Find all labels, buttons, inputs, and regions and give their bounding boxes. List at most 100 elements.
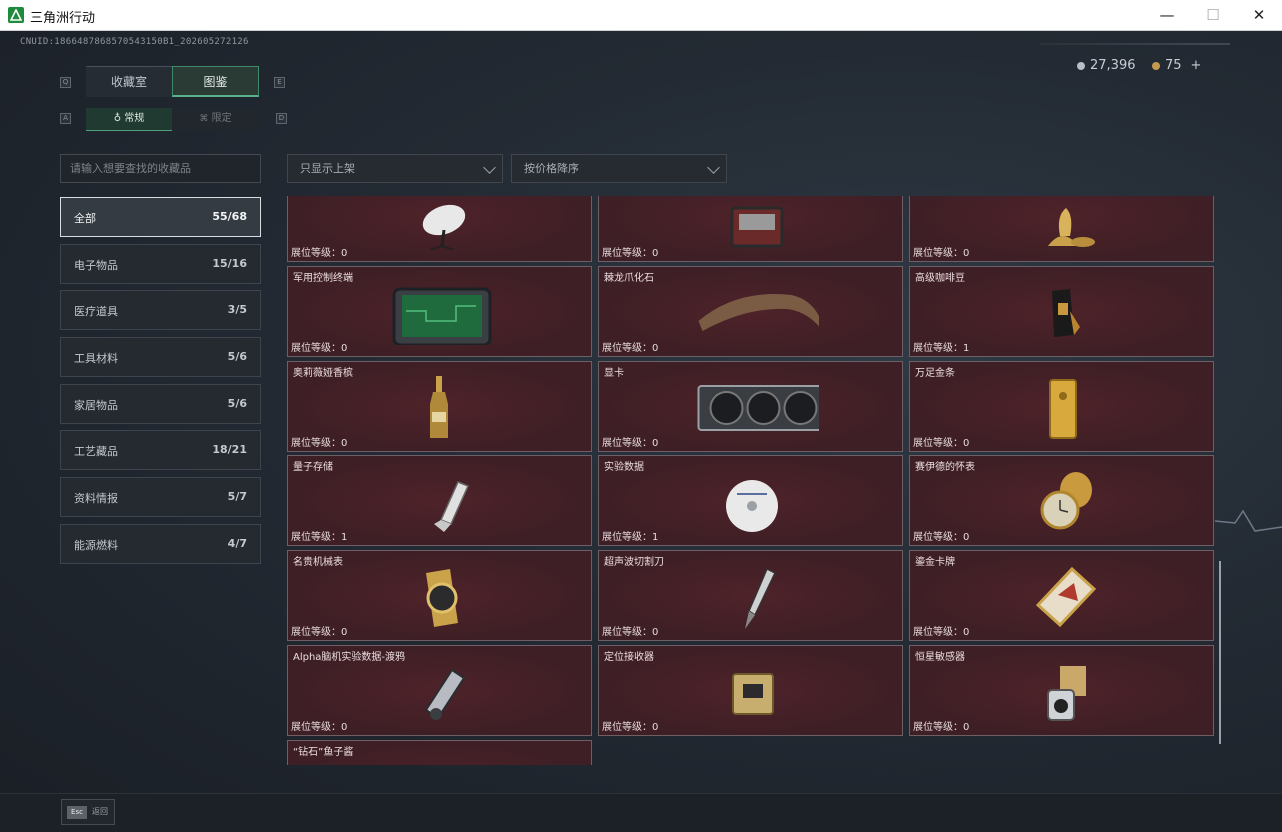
pocket-watch-icon xyxy=(1040,472,1092,530)
category-count: 55/68 xyxy=(212,210,247,223)
item-card[interactable]: 定位接收器 展位等级：0 xyxy=(598,645,903,736)
listed-filter-label: 只显示上架 xyxy=(300,162,355,175)
item-name: “钻石”鱼子酱 xyxy=(293,747,354,758)
chevron-down-icon xyxy=(707,161,720,174)
subtab-limited[interactable]: ⌘ 限定 xyxy=(172,108,259,131)
champagne-icon xyxy=(430,376,448,438)
item-name: 实验数据 xyxy=(604,462,644,473)
category-label: 医疗道具 xyxy=(74,305,118,318)
item-level: 展位等级：0 xyxy=(913,248,970,259)
header-divider xyxy=(1040,43,1230,45)
control-terminal-icon xyxy=(392,287,492,345)
item-name: 恒星敏感器 xyxy=(915,652,965,663)
item-name: 军用控制终端 xyxy=(293,273,353,284)
item-level: 展位等级：0 xyxy=(291,722,348,733)
key-hint-q: Q xyxy=(60,77,71,88)
item-card[interactable]: 展位等级：0 xyxy=(598,196,903,262)
lightning-decoration xyxy=(1215,509,1282,532)
sort-dropdown[interactable]: 按价格降序 xyxy=(511,154,727,183)
ultrasonic-cutter-icon xyxy=(745,567,776,629)
item-card[interactable]: 展位等级：0 xyxy=(909,196,1214,262)
disc-icon xyxy=(726,480,778,532)
item-grid: 展位等级：0 展位等级：0 展位等级：0 军用控制终端 展位等级：0 棘龙爪化石… xyxy=(287,196,1215,765)
item-level: 展位等级：0 xyxy=(913,532,970,543)
category-medical[interactable]: 医疗道具 3/5 xyxy=(60,290,261,330)
item-level: 展位等级：0 xyxy=(913,438,970,449)
item-level: 展位等级：0 xyxy=(602,438,659,449)
coffee-bag-icon xyxy=(1052,289,1080,337)
item-name: 赛伊德的怀表 xyxy=(915,462,975,473)
category-count: 18/21 xyxy=(212,443,247,456)
back-button[interactable]: Esc 返回 xyxy=(61,799,115,825)
item-name: 万足金条 xyxy=(915,368,955,379)
item-card[interactable]: 奥莉薇娅香槟 展位等级：0 xyxy=(287,361,592,452)
tab-catalog[interactable]: 图鉴 xyxy=(172,66,259,97)
item-card[interactable]: 赛伊德的怀表 展位等级：0 xyxy=(909,455,1214,546)
gold-coin-icon xyxy=(1152,61,1160,70)
item-card[interactable]: 棘龙爪化石 展位等级：0 xyxy=(598,266,903,357)
graphics-card-icon xyxy=(697,385,819,431)
category-crafts[interactable]: 工艺藏品 18/21 xyxy=(60,430,261,470)
item-name: 名贵机械表 xyxy=(293,557,343,568)
category-household[interactable]: 家居物品 5/6 xyxy=(60,384,261,424)
gold-bar-icon xyxy=(1049,379,1077,439)
item-level: 展位等级：1 xyxy=(602,532,659,543)
gold-currency[interactable]: 75 + xyxy=(1152,58,1201,73)
item-card[interactable]: Alpha脑机实验数据-渡鸦 展位等级：0 xyxy=(287,645,592,736)
listed-filter-dropdown[interactable]: 只显示上架 xyxy=(287,154,503,183)
item-level: 展位等级：0 xyxy=(913,722,970,733)
item-name: 鎏金卡牌 xyxy=(915,557,955,568)
item-card[interactable]: 量子存储 展位等级：1 xyxy=(287,455,592,546)
window-titlebar: 三角洲行动 — ☐ ✕ xyxy=(0,0,1282,31)
category-tools[interactable]: 工具材料 5/6 xyxy=(60,337,261,377)
item-card[interactable]: “钻石”鱼子酱 xyxy=(287,740,592,765)
category-label: 工艺藏品 xyxy=(74,445,118,458)
usb-drive-icon xyxy=(434,481,470,532)
item-name: 棘龙爪化石 xyxy=(604,273,654,284)
item-card[interactable]: 展位等级：0 xyxy=(287,196,592,262)
item-level: 展位等级：1 xyxy=(291,532,348,543)
gilded-card-icon xyxy=(1035,566,1097,628)
item-card[interactable]: 高级咖啡豆 展位等级：1 xyxy=(909,266,1214,357)
item-card[interactable]: 超声波切割刀 展位等级：0 xyxy=(598,550,903,641)
item-card[interactable]: 军用控制终端 展位等级：0 xyxy=(287,266,592,357)
search-input[interactable]: 请输入想要查找的收藏品 xyxy=(60,154,261,183)
key-hint-e: E xyxy=(274,77,285,88)
subtab-normal[interactable]: ♁ 常规 xyxy=(86,108,172,131)
radio-device-icon xyxy=(730,206,784,248)
add-currency-button[interactable]: + xyxy=(1191,58,1202,73)
item-card[interactable]: 名贵机械表 展位等级：0 xyxy=(287,550,592,641)
category-label: 资料情报 xyxy=(74,492,118,505)
subtab-normal-label: 常规 xyxy=(124,113,145,124)
item-card[interactable]: 恒星敏感器 展位等级：0 xyxy=(909,645,1214,736)
category-energy[interactable]: 能源燃料 4/7 xyxy=(60,524,261,564)
category-label: 电子物品 xyxy=(74,259,118,272)
item-level: 展位等级：0 xyxy=(602,627,659,638)
tab-collection[interactable]: 收藏室 xyxy=(86,66,172,97)
category-label: 能源燃料 xyxy=(74,539,118,552)
item-level: 展位等级：0 xyxy=(913,627,970,638)
item-card[interactable]: 显卡 展位等级：0 xyxy=(598,361,903,452)
category-all[interactable]: 全部 55/68 xyxy=(60,197,261,237)
item-level: 展位等级：0 xyxy=(602,343,659,354)
silver-currency: 27,396 xyxy=(1077,58,1136,73)
subtab-limited-label: 限定 xyxy=(211,113,232,124)
close-button[interactable]: ✕ xyxy=(1236,0,1282,31)
category-label: 全部 xyxy=(74,212,96,225)
category-count: 4/7 xyxy=(227,537,247,550)
category-intel[interactable]: 资料情报 5/7 xyxy=(60,477,261,517)
item-card[interactable]: 万足金条 展位等级：0 xyxy=(909,361,1214,452)
category-electronics[interactable]: 电子物品 15/16 xyxy=(60,244,261,284)
minimize-button[interactable]: — xyxy=(1144,0,1190,31)
grid-scrollbar[interactable] xyxy=(1219,561,1221,744)
category-label: 家居物品 xyxy=(74,399,118,412)
maximize-button[interactable]: ☐ xyxy=(1190,0,1236,31)
item-card[interactable]: 鎏金卡牌 展位等级：0 xyxy=(909,550,1214,641)
item-card[interactable]: 实验数据 展位等级：1 xyxy=(598,455,903,546)
item-level: 展位等级：0 xyxy=(602,722,659,733)
data-capsule-icon xyxy=(424,668,466,720)
claw-fossil-icon xyxy=(698,294,819,331)
category-count: 5/6 xyxy=(227,350,247,363)
limited-icon: ⌘ xyxy=(199,114,209,124)
user-uid: CNUID:1866487868570543150B1_202605272126 xyxy=(20,37,249,47)
